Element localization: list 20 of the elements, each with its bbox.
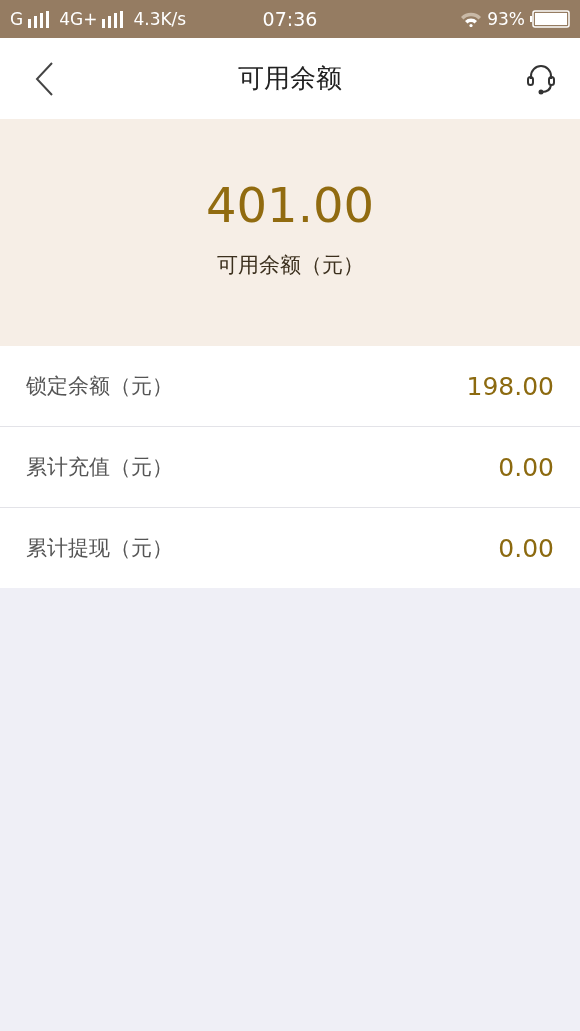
signal-icon: [28, 10, 51, 28]
network-label: 4G+: [59, 9, 98, 29]
row-label: 累计提现（元）: [26, 535, 173, 562]
speed-label: 4.3K/s: [133, 9, 187, 29]
back-button[interactable]: [34, 60, 54, 97]
battery-percent: 93%: [487, 9, 525, 29]
carrier-label: G: [10, 9, 24, 29]
row-value: 0.00: [498, 452, 554, 482]
row-label: 锁定余额（元）: [26, 373, 173, 400]
wifi-icon: [460, 11, 483, 27]
clock-time: 07:36: [262, 8, 318, 30]
row-value: 0.00: [498, 533, 554, 563]
balance-amount: 401.00: [206, 181, 374, 229]
battery-icon: [530, 10, 570, 28]
page-title: 可用余额: [238, 62, 342, 95]
row-label: 累计充值（元）: [26, 454, 173, 481]
row-value: 198.00: [466, 371, 554, 401]
balance-label: 可用余额（元）: [216, 252, 364, 279]
signal-icon: [102, 10, 125, 28]
headset-button[interactable]: [526, 62, 556, 95]
